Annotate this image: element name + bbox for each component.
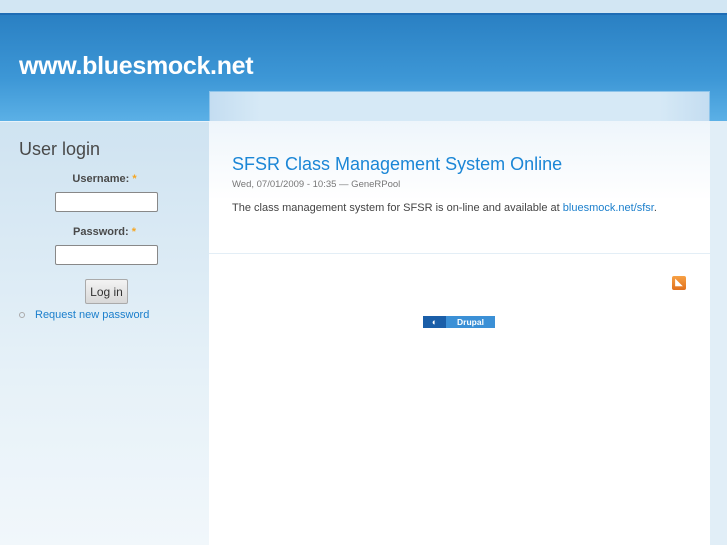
rss-feed-icon[interactable]: ◣ — [672, 276, 686, 290]
password-label: Password: * — [0, 226, 209, 238]
node-meta: Wed, 07/01/2009 - 10:35 — GeneRPool — [232, 179, 401, 190]
sfsr-link[interactable]: bluesmock.net/sfsr — [563, 202, 654, 214]
node-body: The class management system for SFSR is … — [232, 202, 657, 214]
drupal-drop-icon: ◐ — [423, 316, 446, 328]
request-password-link[interactable]: Request new password — [35, 309, 149, 321]
user-login-title: User login — [19, 139, 101, 159]
node: SFSR Class Management System Online Wed,… — [209, 121, 710, 254]
sidebar-right — [710, 121, 727, 545]
username-label-text: Username: — [72, 173, 130, 185]
powered-by-drupal-badge[interactable]: ◐ Drupal — [423, 316, 495, 328]
password-input[interactable] — [55, 245, 158, 265]
node-title-link[interactable]: SFSR Class Management System Online — [232, 154, 562, 175]
login-button[interactable]: Log in — [85, 279, 128, 304]
required-mark: * — [131, 226, 136, 238]
bullet-icon — [19, 312, 25, 318]
site-name-link[interactable]: www.bluesmock.net — [19, 52, 254, 81]
username-label: Username: * — [0, 173, 209, 185]
node-body-end: . — [653, 202, 657, 214]
main-content: SFSR Class Management System Online Wed,… — [209, 121, 710, 545]
sidebar-left: User login Username: * Password: * Log i… — [0, 121, 209, 545]
username-input[interactable] — [55, 192, 158, 212]
node-body-text: The class management system for SFSR is … — [232, 202, 563, 214]
required-mark: * — [132, 173, 137, 185]
top-bar — [0, 0, 727, 13]
drupal-label: Drupal — [446, 316, 495, 328]
tab-area — [209, 91, 710, 121]
password-label-text: Password: — [73, 226, 129, 238]
